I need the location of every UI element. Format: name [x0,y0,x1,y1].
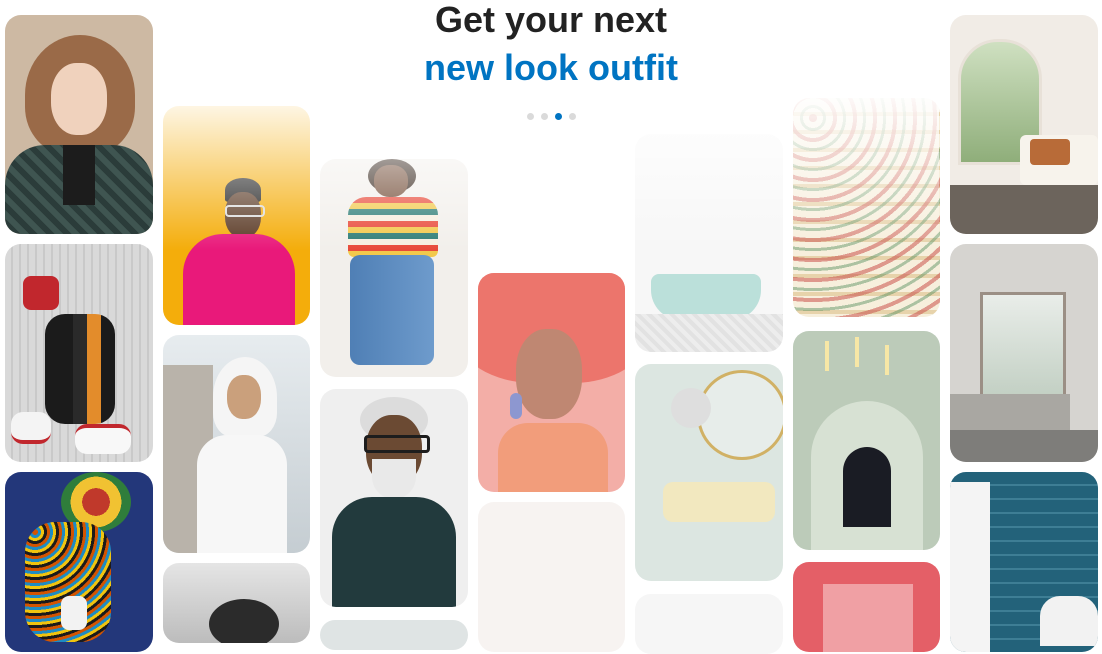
window-shape [950,482,990,652]
pin-street-style-sneakers[interactable] [5,244,153,462]
mirror-shape [697,370,783,460]
striped-tee-shape [348,197,438,257]
face-shape [516,329,582,419]
dress-shape [197,435,287,553]
window-shape [980,292,1066,398]
face-shape [227,375,261,419]
light-rod-shape-3 [885,345,889,375]
pin-mint-living-room-arc-lamp[interactable] [635,364,783,581]
carousel-dot-3[interactable] [554,113,562,120]
pin-man-pink-sweater[interactable] [163,106,310,325]
pin-blue-tile-bathroom[interactable] [950,472,1098,652]
hair-shape [209,599,279,643]
pin-woman-portrait-red-fabric[interactable] [478,273,625,492]
suit-shape [332,497,456,607]
headline-line2: new look outfit [424,47,678,88]
sneaker-shape [61,596,87,630]
floor-shape [950,430,1098,462]
sneaker-shape [11,412,51,444]
pin-woman-striped-tee-wide-jeans[interactable] [320,159,468,377]
wall-shape [823,584,913,652]
bed-shape [950,394,1070,434]
floor-shape [950,185,1098,234]
pin-woman-white-hijab[interactable] [163,335,310,553]
sofa-shape [663,482,775,522]
shirt-shape [63,145,95,205]
headline: Get your next new look outfit [0,0,1102,91]
pin-pink-room[interactable] [793,562,940,652]
glasses-shape [364,435,430,453]
floor-shape [635,314,783,352]
jeans-shape [350,255,434,365]
tub-shape [1040,596,1098,646]
carousel-dots [0,113,1102,120]
pants-shape [45,314,115,424]
sneaker-shape-2 [75,424,131,454]
pin-white-bathroom-tub[interactable] [635,134,783,352]
beard-shape [372,459,416,499]
headline-line1: Get your next [434,0,668,40]
pin-minimal-grey-bedroom[interactable] [950,244,1098,462]
pin-faded-portrait[interactable] [478,502,625,652]
pin-faded-room[interactable] [635,594,783,654]
glasses-shape [225,205,265,217]
bag-shape [23,276,59,310]
lamp-shape [671,388,711,428]
floral-pattern-shape [793,98,940,317]
carousel-dot-4[interactable] [568,113,576,120]
carousel-dot-1[interactable] [526,113,534,120]
face-shape [374,165,408,197]
light-rod-shape [825,341,829,371]
light-rod-shape-2 [855,337,859,367]
pin-partial-portrait[interactable] [320,620,468,650]
pin-grey-portrait[interactable] [163,563,310,643]
carousel-dot-2[interactable] [540,113,548,120]
earring-shape [510,393,522,419]
sweater-shape [183,234,295,325]
throw-shape [1030,139,1070,165]
turtleneck-shape [498,423,608,492]
pin-man-grey-beard-glasses[interactable] [320,389,468,607]
pin-floral-painted-stairs[interactable] [793,98,940,317]
pin-arched-hallway-light-rods[interactable] [793,331,940,550]
pin-colorful-patterned-outfit[interactable] [5,472,153,652]
doorway-shape [843,447,891,527]
